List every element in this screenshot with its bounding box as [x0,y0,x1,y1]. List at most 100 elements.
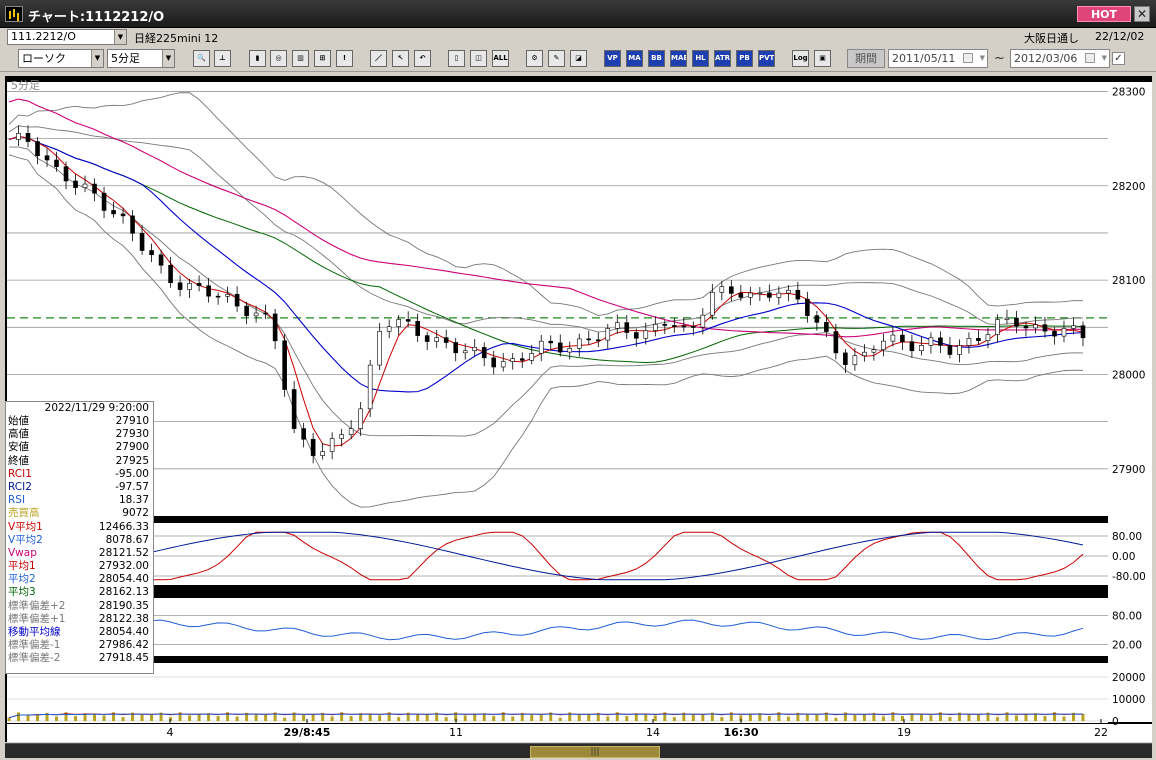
calendar-icon[interactable] [1085,53,1095,63]
draw-line-icon[interactable]: ／ [370,50,387,67]
pvt-icon[interactable]: PVT [758,50,775,67]
cursor-icon[interactable]: ⊥ [214,50,231,67]
chart-svg[interactable]: 5分足 28300 28200 28100 28000 27900 80.00 0.00 -80… [5,76,1152,742]
volume-bar [264,714,268,721]
candle-body [633,332,639,339]
indicator-icon[interactable]: ⊞ [314,50,331,67]
date-to-input[interactable]: 2012/03/06 ▼ [1010,49,1110,68]
info-label: RCI1 [8,467,32,480]
date-from-input[interactable]: 2011/05/11 ▼ [888,49,988,68]
calendar-icon[interactable] [963,53,973,63]
arrow-icon[interactable]: ↖ [392,50,409,67]
chevron-down-icon[interactable]: ▼ [91,50,103,67]
ma-icon[interactable]: MA [626,50,643,67]
info-value: 28121.52 [98,546,149,559]
candle-body [538,340,544,354]
volume-bar [74,715,78,721]
candle-body [225,294,230,297]
volume-bar [7,717,11,721]
magnify-icon[interactable]: ◎ [270,50,287,67]
info-value: 27918.45 [98,652,149,665]
candle-body [1071,325,1076,329]
candle-body [710,291,715,316]
symbol-code-input[interactable]: 111.2212/O ▼ [7,29,127,45]
candle-body [624,322,630,333]
interval-select[interactable]: 5分足 ▼ [107,49,175,68]
volume-bar [140,714,144,721]
candle-body [35,141,40,157]
chevron-down-icon[interactable]: ▼ [1102,50,1107,67]
info-label: Vwap [8,546,37,559]
bb-icon[interactable]: BB [648,50,665,67]
info-label: RSI [8,494,26,507]
info-row: 平均2 28054.40 [6,573,153,586]
mae-icon[interactable]: MAE [670,50,687,67]
volume-bar [492,715,496,721]
info-label: 標準偏差+2 [8,599,66,612]
candle-body [500,361,506,368]
chevron-down-icon[interactable]: ▼ [162,50,174,67]
candle-icon[interactable]: ▮ [249,50,266,67]
chart-panel[interactable]: 5分足 28300 28200 28100 28000 27900 80.00 0.00 -80… [5,76,1152,742]
candle-body [196,283,202,287]
horizontal-scrollbar[interactable]: ||| [5,743,1152,758]
candle-zoom-icon[interactable]: ◫ [470,50,487,67]
hl-icon[interactable]: HL [692,50,709,67]
atr-icon[interactable]: ATR [714,50,731,67]
vp-icon[interactable]: VP [604,50,621,67]
volume-tick-label: 0 [1112,716,1119,728]
rsi-tick-label: 80.00 [1112,611,1142,623]
price-tick-label: 27900 [1112,464,1145,476]
hot-button[interactable]: HOT [1077,6,1131,22]
volume-bar [967,714,971,721]
candle-body [643,330,649,339]
candle-body [909,341,915,352]
volume-bar [55,716,59,721]
bar-chart-icon[interactable]: ▥ [292,50,309,67]
color-icon[interactable]: ◪ [570,50,587,67]
candle-body [767,292,772,298]
candle-body [158,254,164,266]
volume-bar [254,713,258,721]
volume-bar [995,717,999,721]
candle-body [187,283,192,290]
price-tick-label: 28200 [1112,181,1145,193]
info-icon[interactable]: ! [336,50,353,67]
candle-body [652,323,658,331]
volume-bar [625,715,629,721]
period-checkbox[interactable]: ✓ [1112,52,1125,65]
volume-bar [397,717,401,721]
close-button[interactable]: ✕ [1134,6,1150,22]
all-icon[interactable]: ALL [492,50,509,67]
period-button[interactable]: 期間 [847,49,885,68]
volume-bar [1081,713,1085,721]
candle-body [253,312,259,317]
candle-body [206,285,211,297]
candle-body [263,312,268,315]
pb-icon[interactable]: PB [736,50,753,67]
chart-type-select[interactable]: ローソク ▼ [18,49,104,68]
tools-icon[interactable]: ✎ [548,50,565,67]
candle-small-icon[interactable]: ▯ [448,50,465,67]
candle-body [481,347,487,359]
volume-bar [805,713,809,721]
chevron-down-icon[interactable]: ▼ [980,50,985,67]
log-icon[interactable]: Log [792,50,809,67]
candle-body [852,355,858,365]
volume-bar [976,714,980,721]
scroll-thumb[interactable]: ||| [530,746,660,758]
save-icon[interactable]: ▣ [814,50,831,67]
rsi-tick-label: 20.00 [1112,639,1142,651]
candle-body [415,320,420,336]
undo-icon[interactable]: ↶ [414,50,431,67]
info-row: Vwap 28121.52 [6,547,153,560]
chevron-down-icon[interactable]: ▼ [114,30,126,44]
volume-bar [881,716,885,721]
zoom-icon[interactable]: 🔍 [193,50,210,67]
candle-body [919,345,924,352]
candle-body [529,353,535,361]
volume-bar [150,714,154,721]
settings-icon[interactable]: ⚙ [526,50,543,67]
date-from-value: 2011/05/11 [892,52,956,65]
candle-body [985,334,991,342]
